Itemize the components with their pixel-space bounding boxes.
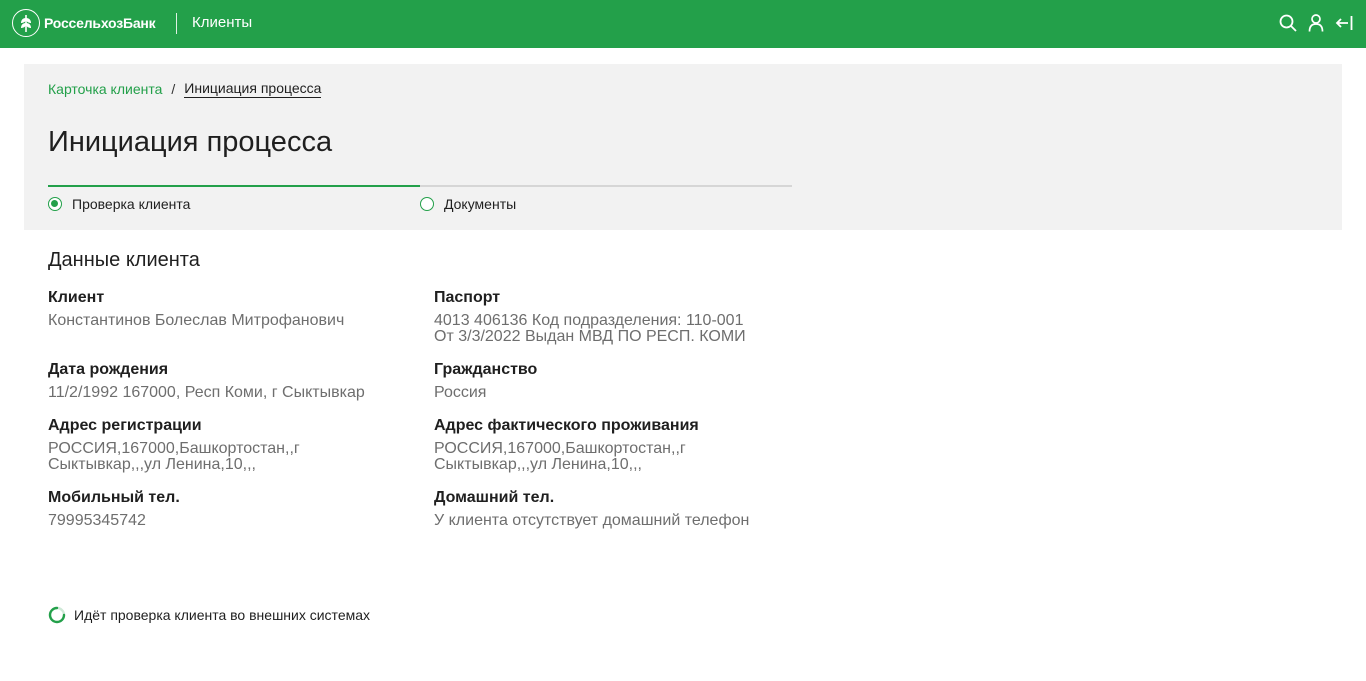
field-mobile-phone: Мобильный тел. 79995345742 [48,489,428,529]
field-label: Адрес регистрации [48,417,202,434]
field-label: Клиент [48,289,105,306]
loading-spinner-icon [48,606,66,624]
field-value: 11/2/1992 167000, Респ Коми, г Сыктывкар [48,384,365,401]
field-value: 79995345742 [48,512,146,529]
header-divider [176,13,177,34]
nav-clients-link[interactable]: Клиенты [192,14,252,31]
field-home-phone: Домашний тел. У клиента отсутствует дома… [434,489,834,529]
field-value: РОССИЯ,167000,Башкортостан,,г Сыктывкар,… [48,440,300,473]
field-value: 4013 406136 Код подразделения: 110-001 О… [434,312,746,345]
field-value: У клиента отсутствует домашний телефон [434,512,750,529]
field-registration-address: Адрес регистрации РОССИЯ,167000,Башкорто… [48,417,428,473]
field-label: Домашний тел. [434,489,555,506]
client-data-title: Данные клиента [48,249,200,271]
step-active-radio-icon [48,197,62,211]
user-icon[interactable] [1305,12,1327,34]
field-citizenship: Гражданство Россия [434,361,834,401]
verification-status: Идёт проверка клиента во внешних система… [48,606,370,624]
field-value: Константинов Болеслав Митрофанович [48,312,345,329]
step-client-check[interactable]: Проверка клиента [48,196,190,212]
field-birth: Дата рождения 11/2/1992 167000, Респ Ком… [48,361,428,401]
status-text: Идёт проверка клиента во внешних система… [74,607,371,623]
step-label: Проверка клиента [72,196,191,212]
step-label: Документы [444,196,517,212]
step-documents[interactable]: Документы [420,196,516,212]
bank-logo[interactable]: РоссельхозБанк [12,8,156,38]
logout-icon[interactable] [1333,12,1355,34]
field-value: РОССИЯ,167000,Башкортостан,,г Сыктывкар,… [434,440,686,473]
breadcrumb-client-card-link[interactable]: Карточка клиента [48,81,162,97]
top-bar: РоссельхозБанк Клиенты [0,0,1366,48]
step-inactive-radio-icon [420,197,434,211]
page-title: Инициация процесса [48,126,333,158]
stepper-progress [48,185,420,187]
breadcrumb-separator: / [171,81,176,97]
breadcrumb-current: Инициация процесса [184,80,322,98]
field-label: Адрес фактического проживания [434,417,699,434]
field-label: Гражданство [434,361,538,378]
search-icon[interactable] [1277,12,1299,34]
field-actual-address: Адрес фактического проживания РОССИЯ,167… [434,417,834,473]
logo-text: РоссельхозБанк [44,15,156,31]
logo-emblem-icon [12,9,40,37]
field-value: Россия [434,384,487,401]
field-passport: Паспорт 4013 406136 Код подразделения: 1… [434,289,834,345]
field-label: Дата рождения [48,361,169,378]
field-label: Мобильный тел. [48,489,180,506]
field-client: Клиент Константинов Болеслав Митрофанови… [48,289,428,329]
field-label: Паспорт [434,289,501,306]
breadcrumb: Карточка клиента / Инициация процесса [48,80,322,98]
